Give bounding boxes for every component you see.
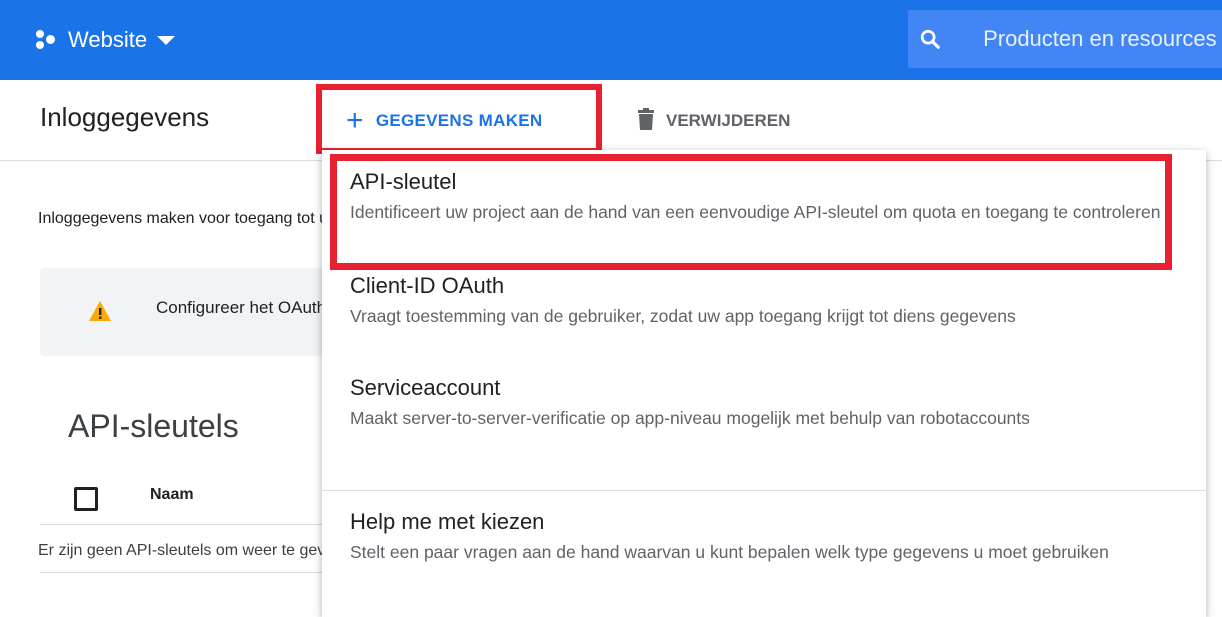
select-all-checkbox[interactable]	[74, 487, 98, 511]
menu-item-service-account[interactable]: Serviceaccount Maakt server-to-server-ve…	[350, 374, 1170, 434]
project-dots-icon	[36, 30, 60, 50]
trash-icon	[636, 107, 656, 135]
search-icon	[908, 28, 951, 50]
project-name: Website	[68, 27, 148, 52]
highlight-box-api-key	[330, 154, 1172, 270]
project-selector[interactable]: Website	[36, 24, 176, 56]
menu-item-description: Vraagt toestemming van de gebruiker, zod…	[350, 306, 1016, 326]
menu-item-title: Serviceaccount	[350, 375, 501, 400]
delete-button[interactable]: VERWIJDEREN	[636, 104, 790, 138]
menu-item-title: Help me met kiezen	[350, 509, 545, 534]
top-app-bar: Website Producten en resources zoeken	[0, 0, 1222, 80]
delete-label: VERWIJDEREN	[666, 111, 791, 130]
column-header-name[interactable]: Naam	[150, 486, 194, 504]
section-title-api-keys: API-sleutels	[68, 408, 239, 444]
menu-divider	[322, 490, 1206, 491]
table-divider	[40, 524, 340, 525]
menu-item-help-me-choose[interactable]: Help me met kiezen Stelt een paar vragen…	[350, 508, 1170, 568]
search-input[interactable]: Producten en resources zoeken	[983, 26, 1222, 52]
empty-state-text: Er zijn geen API-sleutels om weer te gev…	[38, 542, 344, 559]
chevron-down-icon	[157, 35, 176, 45]
highlight-box-create	[316, 84, 602, 154]
menu-item-title: Client-ID OAuth	[350, 273, 505, 298]
menu-item-description: Stelt een paar vragen aan de hand waarva…	[350, 542, 1109, 562]
search-bar[interactable]: Producten en resources zoeken	[908, 10, 1222, 68]
table-divider	[40, 572, 340, 573]
page-title: Inloggegevens	[40, 102, 210, 132]
menu-item-oauth-client-id[interactable]: Client-ID OAuth Vraagt toestemming van d…	[350, 272, 1170, 332]
menu-item-description: Maakt server-to-server-verificatie op ap…	[350, 408, 1030, 428]
warning-icon	[88, 300, 112, 327]
